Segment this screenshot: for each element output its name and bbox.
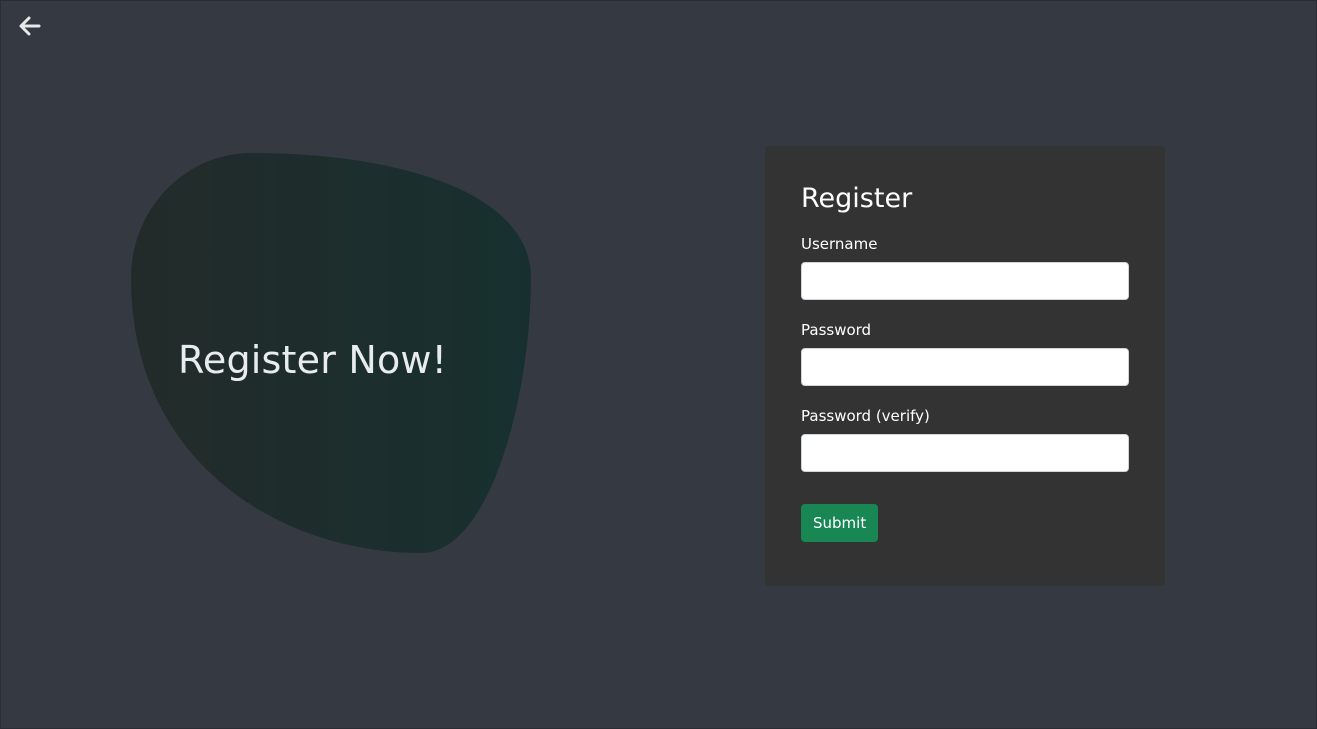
hero-heading: Register Now! xyxy=(178,338,448,382)
hero-blob: Register Now! xyxy=(131,153,531,553)
password-verify-input[interactable] xyxy=(801,434,1129,472)
arrow-left-icon xyxy=(17,13,43,43)
password-input[interactable] xyxy=(801,348,1129,386)
back-button[interactable] xyxy=(15,13,45,43)
submit-button[interactable]: Submit xyxy=(801,504,879,542)
register-card: Register Username Password Password (ver… xyxy=(765,146,1165,586)
username-input[interactable] xyxy=(801,262,1129,300)
form-title: Register xyxy=(801,183,913,214)
password-verify-label: Password (verify) xyxy=(801,407,930,425)
password-label: Password xyxy=(801,321,872,339)
username-label: Username xyxy=(801,235,878,253)
